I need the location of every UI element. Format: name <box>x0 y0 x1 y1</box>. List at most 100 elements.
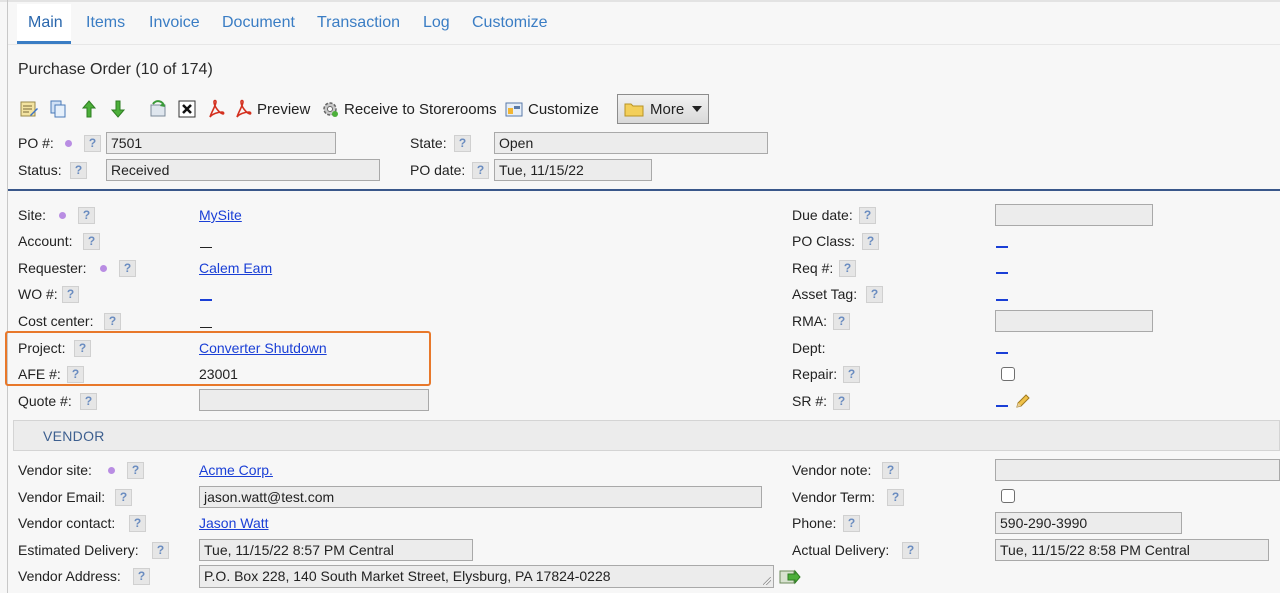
tab-items[interactable]: Items <box>86 14 125 32</box>
pdf-button[interactable] <box>205 95 227 123</box>
help-icon[interactable]: ? <box>862 233 879 250</box>
edit-button[interactable] <box>18 95 40 123</box>
pencil-icon[interactable] <box>1014 392 1032 413</box>
account-label: Account: <box>18 233 73 249</box>
wo-number-link[interactable] <box>200 299 212 301</box>
vendor-email-field[interactable]: jason.watt@test.com <box>199 486 762 508</box>
dept-link[interactable] <box>996 352 1008 354</box>
help-icon[interactable]: ? <box>62 286 79 303</box>
sr-number-link[interactable] <box>996 405 1008 407</box>
requester-link[interactable]: Calem Eam <box>199 260 272 276</box>
help-icon[interactable]: ? <box>833 393 850 410</box>
preview-button[interactable]: Preview <box>233 95 313 123</box>
move-up-button[interactable] <box>78 95 100 123</box>
copy-button[interactable] <box>47 95 69 123</box>
po-class-label: PO Class: <box>792 233 856 249</box>
preview-label: Preview <box>257 100 311 118</box>
state-label: State: <box>410 135 447 151</box>
help-icon[interactable]: ? <box>129 515 146 532</box>
help-icon[interactable]: ? <box>833 313 850 330</box>
map-address-button[interactable] <box>779 569 801 588</box>
help-icon[interactable]: ? <box>119 260 136 277</box>
sr-number-label: SR #: <box>792 393 828 409</box>
help-icon[interactable]: ? <box>84 135 101 152</box>
help-icon[interactable]: ? <box>133 568 150 585</box>
status-field[interactable]: Received <box>106 159 380 181</box>
help-icon[interactable]: ? <box>859 207 876 224</box>
tab-invoice[interactable]: Invoice <box>149 14 200 32</box>
pdf-preview-icon <box>236 99 252 118</box>
help-icon[interactable]: ? <box>866 286 883 303</box>
tab-document[interactable]: Document <box>222 14 295 32</box>
receive-to-storerooms-button[interactable]: Receive to Storerooms <box>320 95 498 123</box>
vendor-contact-link[interactable]: Jason Watt <box>199 515 269 531</box>
more-label: More <box>650 100 685 118</box>
page-title: Purchase Order (10 of 174) <box>18 61 213 78</box>
req-number-link[interactable] <box>996 272 1008 274</box>
help-icon[interactable]: ? <box>115 489 132 506</box>
vendor-site-link[interactable]: Acme Corp. <box>199 462 273 478</box>
help-icon[interactable]: ? <box>78 207 95 224</box>
vendor-site-label: Vendor site: <box>18 462 92 478</box>
refresh-icon <box>150 100 166 117</box>
vendor-address-textarea[interactable]: P.O. Box 228, 140 South Market Street, E… <box>199 565 774 588</box>
more-dropdown-button[interactable]: More <box>617 94 709 124</box>
refresh-button[interactable] <box>147 95 169 123</box>
site-link[interactable]: MySite <box>199 207 242 223</box>
highlight-box <box>5 331 431 386</box>
help-icon[interactable]: ? <box>882 462 899 479</box>
wo-number-label: WO #: <box>18 286 58 302</box>
po-number-field[interactable]: 7501 <box>106 132 336 154</box>
tab-log[interactable]: Log <box>423 14 450 32</box>
repair-checkbox[interactable] <box>1001 367 1015 381</box>
help-icon[interactable]: ? <box>454 135 471 152</box>
asset-tag-link[interactable] <box>996 299 1008 301</box>
required-indicator <box>108 467 115 474</box>
account-empty-value <box>200 247 212 248</box>
help-icon[interactable]: ? <box>887 489 904 506</box>
po-date-field[interactable]: Tue, 11/15/22 <box>494 159 652 181</box>
vendor-section-header[interactable] <box>13 420 1280 451</box>
customize-icon <box>505 102 523 117</box>
actual-delivery-field[interactable]: Tue, 11/15/22 8:58 PM Central <box>995 539 1269 561</box>
estimated-delivery-field[interactable]: Tue, 11/15/22 8:57 PM Central <box>199 539 473 561</box>
req-number-label: Req #: <box>792 260 834 276</box>
quote-number-field[interactable] <box>199 389 429 411</box>
due-date-field[interactable] <box>995 204 1153 226</box>
vendor-email-label: Vendor Email: <box>18 489 106 505</box>
quote-number-label: Quote #: <box>18 393 72 409</box>
due-date-label: Due date: <box>792 207 853 223</box>
status-label: Status: <box>18 162 62 178</box>
pdf-icon <box>209 99 225 118</box>
tab-bar-divider <box>8 44 1280 45</box>
help-icon[interactable]: ? <box>104 313 121 330</box>
edit-icon <box>20 101 38 117</box>
help-icon[interactable]: ? <box>843 366 860 383</box>
po-class-link[interactable] <box>996 246 1008 248</box>
phone-field[interactable]: 590-290-3990 <box>995 512 1182 534</box>
cost-center-empty-value <box>200 327 212 328</box>
tab-transaction[interactable]: Transaction <box>317 14 400 32</box>
vendor-address-label: Vendor Address: <box>18 568 121 584</box>
help-icon[interactable]: ? <box>472 162 489 179</box>
move-down-button[interactable] <box>107 95 129 123</box>
help-icon[interactable]: ? <box>152 542 169 559</box>
customize-label: Customize <box>528 100 599 118</box>
tab-customize[interactable]: Customize <box>472 14 548 32</box>
section-separator <box>8 189 1280 191</box>
help-icon[interactable]: ? <box>843 515 860 532</box>
customize-button[interactable]: Customize <box>504 95 604 123</box>
help-icon[interactable]: ? <box>70 162 87 179</box>
vendor-term-checkbox[interactable] <box>1001 489 1015 503</box>
tab-main[interactable]: Main <box>28 14 63 32</box>
help-icon[interactable]: ? <box>839 260 856 277</box>
delete-button[interactable] <box>176 95 198 123</box>
state-field[interactable]: Open <box>494 132 768 154</box>
help-icon[interactable]: ? <box>83 233 100 250</box>
resize-grip-icon[interactable] <box>763 577 771 585</box>
rma-field[interactable] <box>995 310 1153 332</box>
help-icon[interactable]: ? <box>127 462 144 479</box>
help-icon[interactable]: ? <box>902 542 919 559</box>
help-icon[interactable]: ? <box>80 393 97 410</box>
vendor-note-field[interactable] <box>995 459 1280 481</box>
